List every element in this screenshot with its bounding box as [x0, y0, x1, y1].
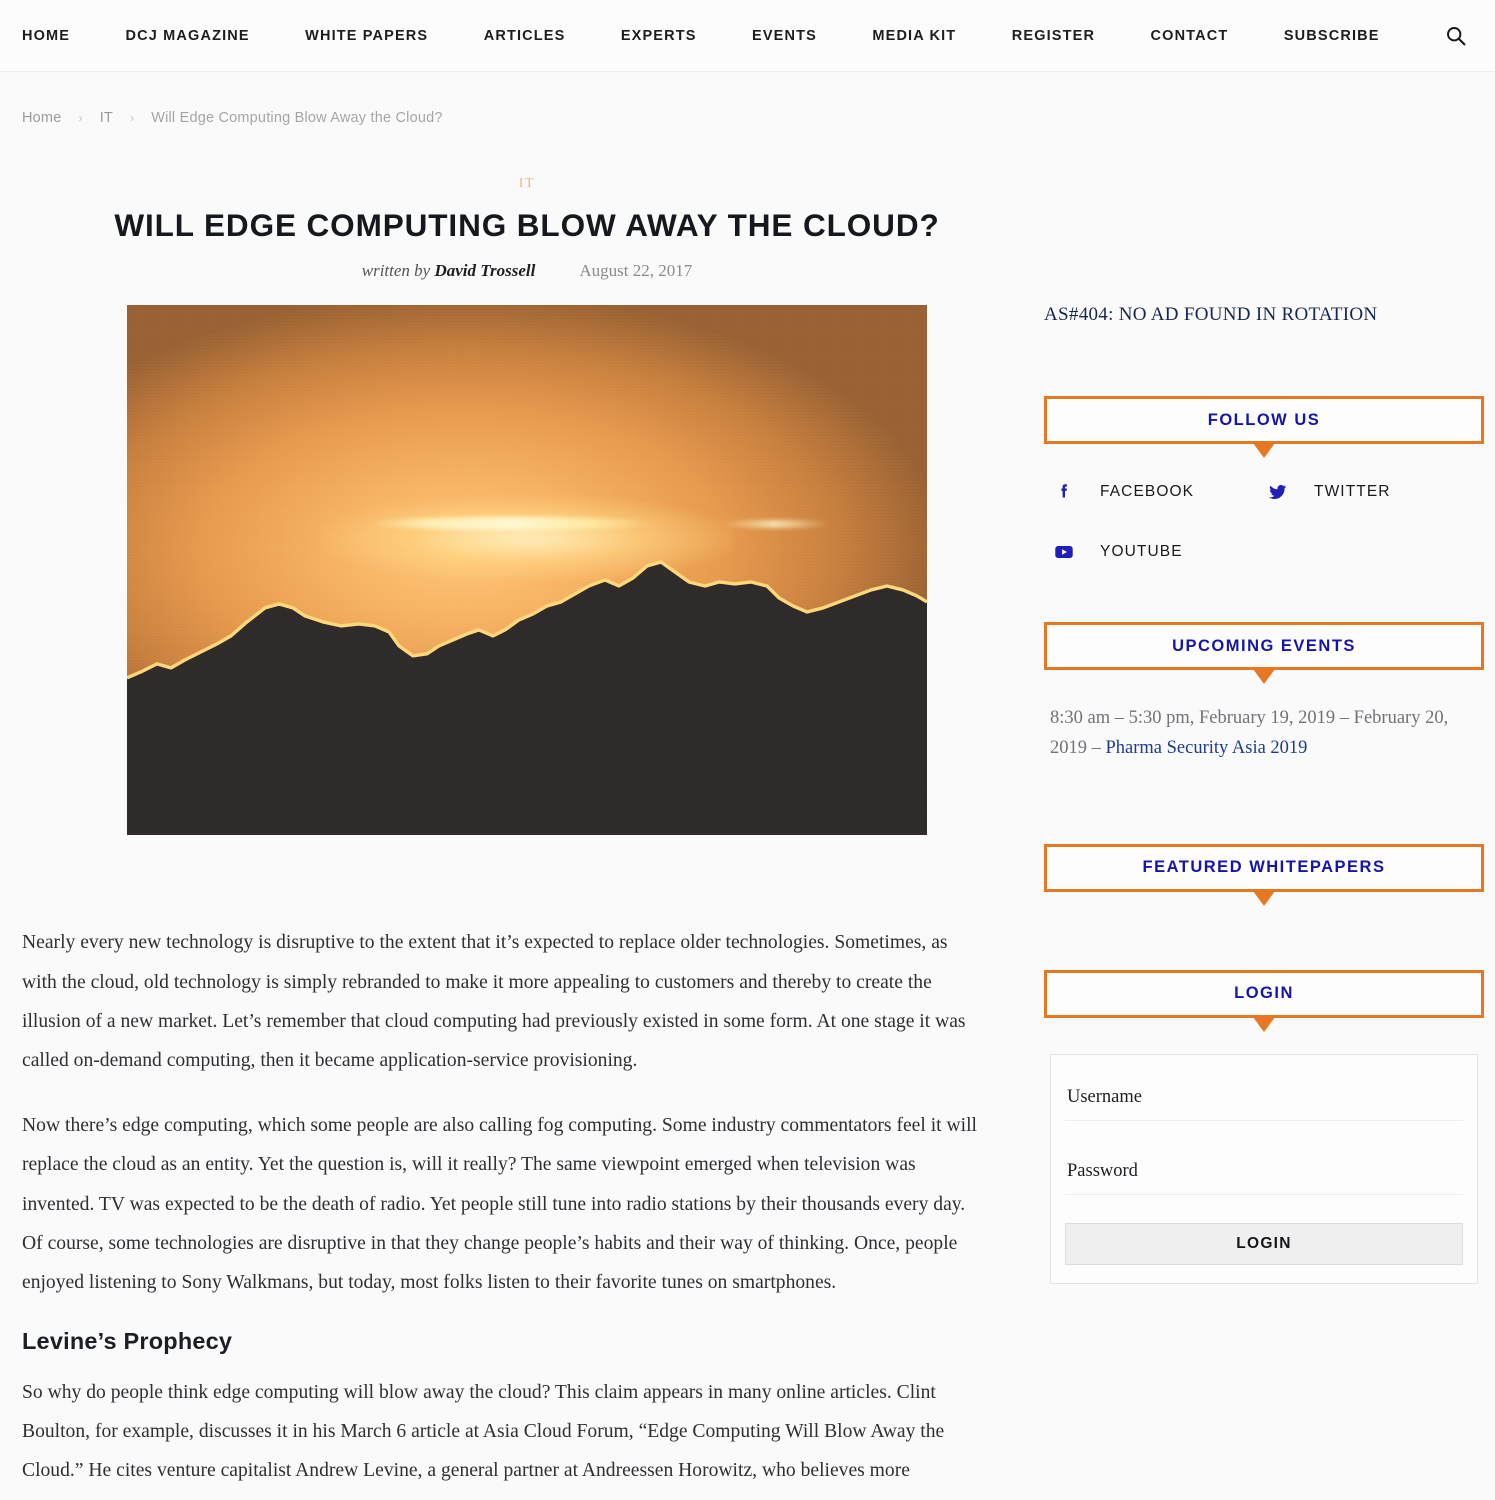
- article-paragraph-1: Nearly every new technology is disruptiv…: [22, 932, 966, 1071]
- twitter-icon: [1264, 478, 1292, 506]
- nav-item-white-papers[interactable]: WHITE PAPERS: [305, 22, 428, 50]
- widget-header-featured-whitepapers: FEATURED WHITEPAPERS: [1044, 843, 1484, 892]
- social-label-youtube: YOUTUBE: [1100, 543, 1183, 560]
- widget-follow-us: FOLLOW US FACEBOOK TWITTER YOUTUBE: [1044, 396, 1484, 566]
- widget-upcoming-events: UPCOMING EVENTS 8:30 am – 5:30 pm, Febru…: [1044, 622, 1484, 764]
- social-label-twitter: TWITTER: [1314, 483, 1391, 500]
- article-byline: written by David Trossell August 22, 201…: [22, 261, 1032, 281]
- widget-featured-whitepapers: FEATURED WHITEPAPERS: [1044, 843, 1484, 892]
- article-paragraph-2: Now there’s edge computing, which some p…: [22, 1115, 977, 1293]
- login-form: LOGIN: [1050, 1053, 1478, 1284]
- nav-item-dcj-magazine[interactable]: DCJ MAGAZINE: [126, 22, 250, 50]
- article-paragraph-3: So why do people think edge computing wi…: [22, 1382, 981, 1500]
- widget-header-login: LOGIN: [1044, 969, 1484, 1018]
- widget-title-upcoming-events: UPCOMING EVENTS: [1172, 636, 1356, 655]
- breadcrumb-item-it[interactable]: IT: [100, 110, 113, 126]
- hero-image-wrapper: [22, 305, 1032, 836]
- breadcrumb-item-current: Will Edge Computing Blow Away the Cloud?: [151, 110, 443, 126]
- nav-item-register[interactable]: REGISTER: [1012, 22, 1095, 50]
- nav-item-home[interactable]: HOME: [22, 22, 70, 50]
- section-heading-levines-prophecy: Levine’s Prophecy: [22, 1328, 233, 1355]
- widget-body-follow-us: FACEBOOK TWITTER YOUTUBE: [1044, 444, 1484, 566]
- page-layout: IT WILL EDGE COMPUTING BLOW AWAY THE CLO…: [0, 126, 1495, 1500]
- widget-title-follow-us: FOLLOW US: [1207, 410, 1321, 429]
- social-label-facebook: FACEBOOK: [1100, 483, 1195, 500]
- widget-body-upcoming-events: 8:30 am – 5:30 pm, February 19, 2019 – F…: [1044, 670, 1484, 764]
- social-link-grid: FACEBOOK TWITTER YOUTUBE: [1050, 478, 1478, 566]
- nav-item-media-kit[interactable]: MEDIA KIT: [872, 22, 956, 50]
- social-link-facebook[interactable]: FACEBOOK: [1050, 478, 1264, 506]
- breadcrumb: Home › IT › Will Edge Computing Blow Awa…: [0, 72, 1495, 126]
- widget-login: LOGIN LOGIN: [1044, 969, 1484, 1284]
- byline-author-group: written by David Trossell: [362, 261, 536, 281]
- youtube-icon: [1050, 538, 1078, 566]
- nav-item-contact[interactable]: CONTACT: [1151, 22, 1229, 50]
- search-button[interactable]: [1439, 19, 1473, 53]
- nav-item-events[interactable]: EVENTS: [752, 22, 817, 50]
- written-by-label: written by: [361, 261, 431, 281]
- password-input[interactable]: [1065, 1148, 1463, 1195]
- article-body: Nearly every new technology is disruptiv…: [22, 835, 1007, 1500]
- search-icon: [1447, 26, 1466, 45]
- breadcrumb-separator: ›: [78, 111, 83, 125]
- hero-film-grain: [127, 305, 927, 836]
- username-input[interactable]: [1065, 1074, 1463, 1121]
- widget-header-follow-us: FOLLOW US: [1044, 396, 1484, 444]
- article-column: IT WILL EDGE COMPUTING BLOW AWAY THE CLO…: [22, 126, 1032, 1500]
- widget-title-featured-whitepapers: FEATURED WHITEPAPERS: [1142, 858, 1386, 877]
- sidebar: AS#404: NO AD FOUND IN ROTATION FOLLOW U…: [1044, 126, 1484, 1500]
- nav-item-experts[interactable]: EXPERTS: [621, 22, 697, 50]
- nav-item-articles[interactable]: ARTICLES: [484, 22, 566, 50]
- breadcrumb-item-home[interactable]: Home: [22, 110, 61, 126]
- ad-slot-notice[interactable]: AS#404: NO AD FOUND IN ROTATION: [1044, 304, 1484, 326]
- publish-date: August 22, 2017: [579, 261, 693, 281]
- event-list-item: 8:30 am – 5:30 pm, February 19, 2019 – F…: [1050, 704, 1478, 764]
- nav-item-subscribe[interactable]: SUBSCRIBE: [1284, 22, 1380, 50]
- widget-body-login: LOGIN: [1044, 1018, 1484, 1284]
- nav-item-list: HOME DCJ MAGAZINE WHITE PAPERS ARTICLES …: [22, 22, 1435, 50]
- main-navigation-bar: HOME DCJ MAGAZINE WHITE PAPERS ARTICLES …: [0, 0, 1495, 72]
- social-link-twitter[interactable]: TWITTER: [1264, 478, 1478, 506]
- article-header: IT WILL EDGE COMPUTING BLOW AWAY THE CLO…: [22, 126, 1032, 281]
- login-submit-button[interactable]: LOGIN: [1065, 1222, 1463, 1265]
- social-link-youtube[interactable]: YOUTUBE: [1050, 538, 1264, 566]
- author-name[interactable]: David Trossell: [434, 261, 535, 280]
- facebook-icon: [1050, 478, 1078, 506]
- hero-image: [127, 305, 927, 836]
- widget-title-login: LOGIN: [1234, 984, 1294, 1003]
- page-title: WILL EDGE COMPUTING BLOW AWAY THE CLOUD?: [114, 207, 940, 243]
- widget-header-upcoming-events: UPCOMING EVENTS: [1044, 622, 1484, 670]
- article-category-label[interactable]: IT: [519, 176, 535, 192]
- breadcrumb-separator: ›: [129, 111, 135, 125]
- event-title-link[interactable]: Pharma Security Asia 2019: [1106, 738, 1308, 758]
